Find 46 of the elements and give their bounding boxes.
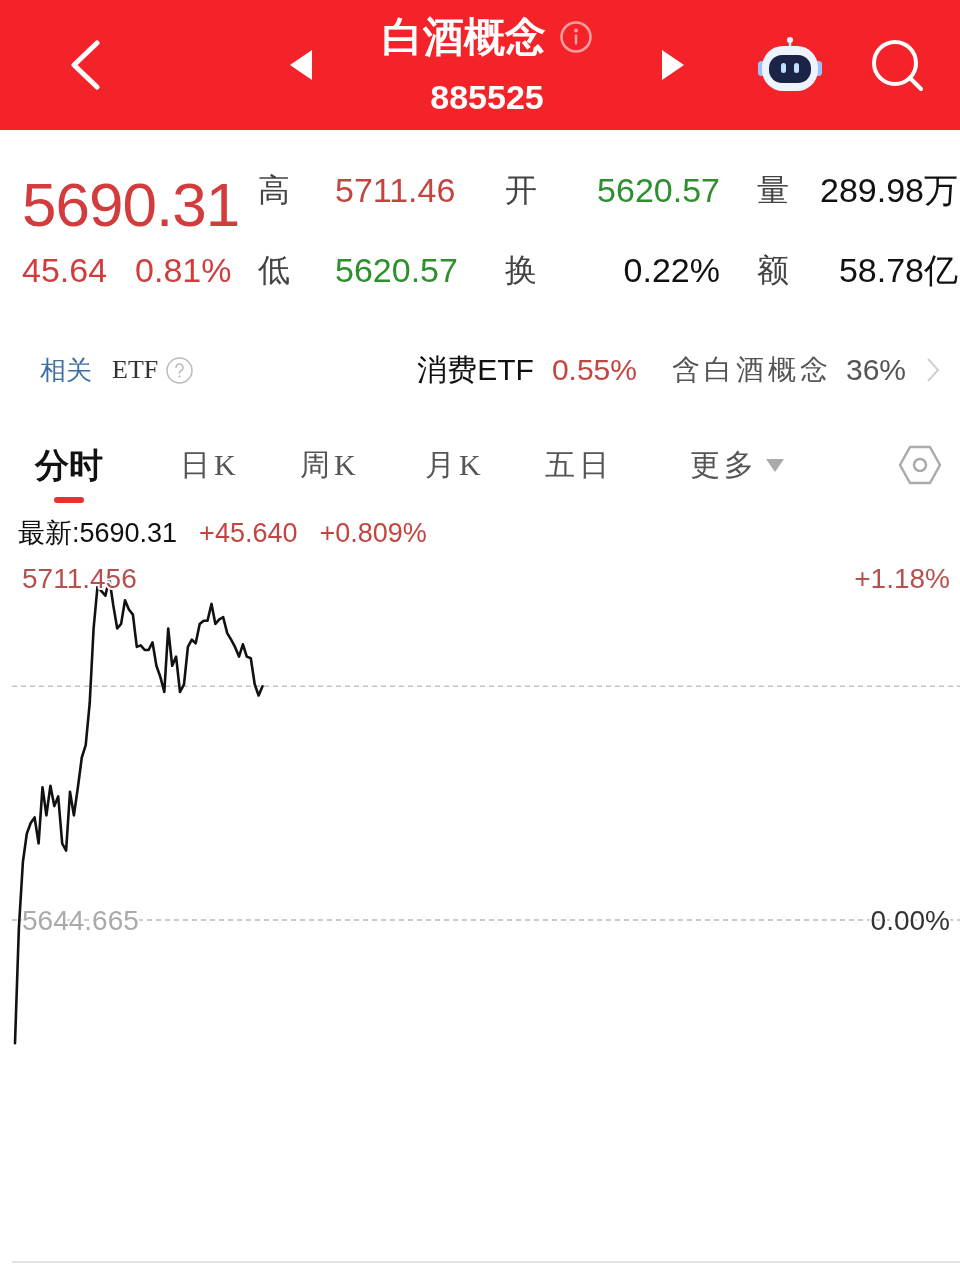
stat-label: 高: [258, 171, 290, 210]
percent-tick-label: 0.00%: [870, 905, 950, 936]
holding-percent: 36%: [845, 352, 906, 388]
settings-button[interactable]: [898, 443, 942, 487]
price-change: 45.64: [22, 250, 108, 290]
index-code: 885525: [430, 77, 544, 117]
page-title: 白酒概念: [382, 13, 546, 61]
stat-label: 额: [757, 251, 789, 290]
stat-label: 量: [757, 171, 789, 210]
stat-value: 5711.46: [335, 170, 456, 210]
percent-change: +0.809%: [319, 517, 427, 550]
stat-value: 58.78亿: [838, 250, 959, 290]
stat-value: 289.98万: [820, 170, 959, 210]
tab[interactable]: 分时: [35, 430, 103, 503]
percent-tick-label: +1.18%: [854, 563, 950, 594]
caret-right-icon: [662, 50, 684, 80]
holding-label: 含白酒概念: [671, 353, 832, 387]
stat-label: 低: [258, 251, 290, 290]
tab-underline: [54, 497, 84, 503]
search-icon: [870, 38, 924, 92]
last-price: 5690.31: [21, 174, 240, 236]
back-icon: [70, 40, 100, 90]
y-tick-label: 5711.456: [22, 563, 137, 594]
percent-change: 0.81%: [135, 250, 232, 290]
stat-value: 5620.57: [597, 170, 721, 210]
stat-label: 开: [505, 171, 537, 210]
etf-change: 0.55%: [551, 352, 637, 388]
caret-left-icon: [290, 50, 312, 80]
robot-icon: [758, 37, 822, 93]
stat-label: 换: [505, 251, 537, 290]
y-tick-label: 5644.665: [22, 905, 139, 936]
latest-price: 最新:5690.31: [18, 517, 178, 550]
etf-name-link[interactable]: 消费ETF: [417, 351, 534, 389]
etf-label: ETF: [112, 354, 159, 386]
tab[interactable]: 五日: [545, 430, 613, 485]
tab[interactable]: 日K: [180, 430, 240, 485]
stat-value: 0.22%: [623, 250, 721, 290]
price-change: +45.640: [199, 517, 298, 550]
tab[interactable]: 更多: [690, 430, 784, 485]
related-label: 相关: [40, 354, 92, 387]
caret-down-icon: [766, 458, 784, 472]
tab[interactable]: 月K: [425, 430, 485, 485]
info-icon[interactable]: [560, 21, 592, 53]
stat-value: 5620.57: [335, 250, 458, 290]
settings-icon: [898, 445, 942, 485]
tab[interactable]: 周K: [300, 430, 360, 485]
